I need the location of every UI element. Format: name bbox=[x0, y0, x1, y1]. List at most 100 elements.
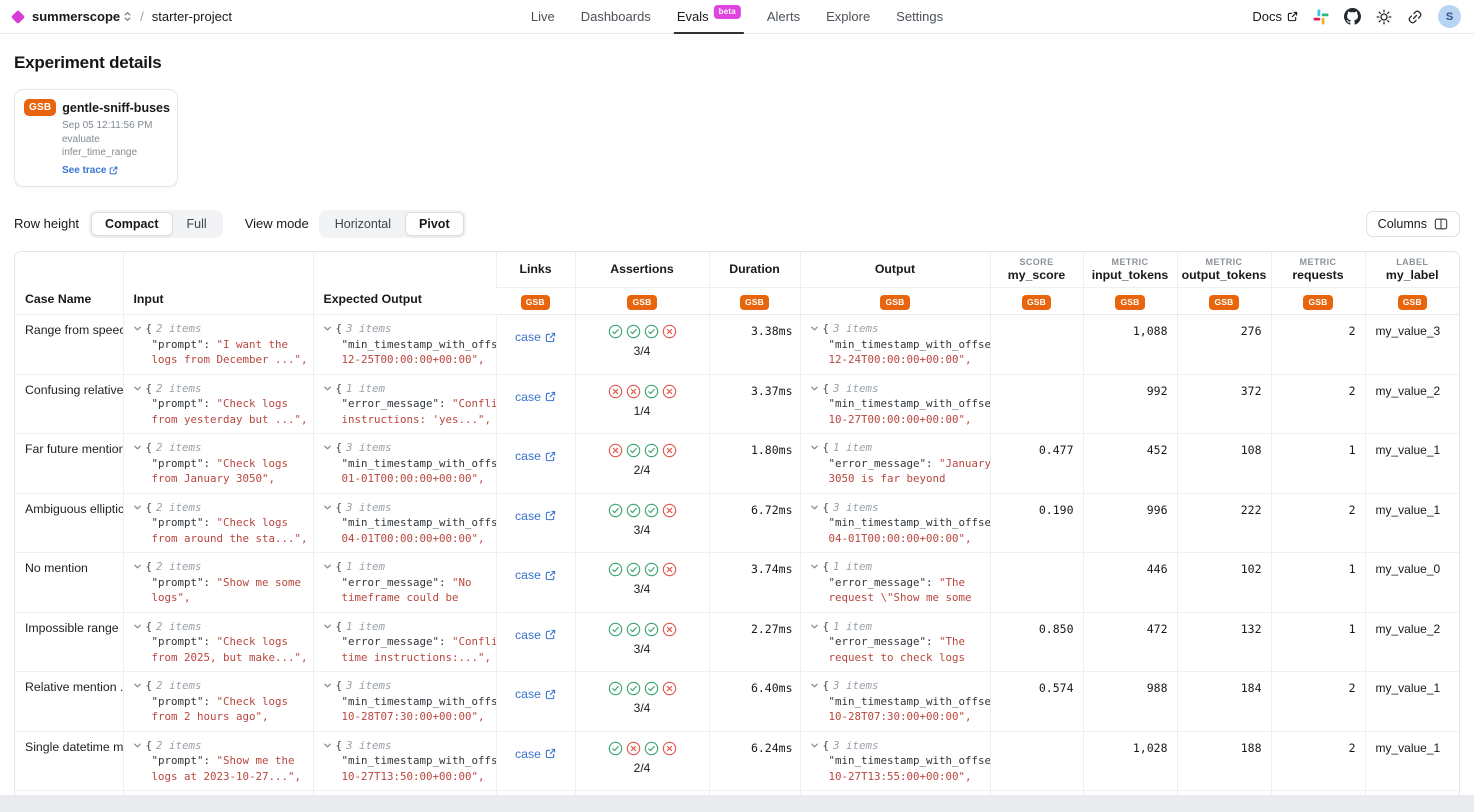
case-link[interactable]: case bbox=[515, 747, 556, 761]
experiment-badge-cell: GSB bbox=[575, 288, 709, 315]
case-link[interactable]: case bbox=[515, 390, 556, 404]
expand-toggle[interactable] bbox=[810, 681, 819, 690]
cell-links: case bbox=[496, 612, 575, 672]
slack-icon[interactable] bbox=[1313, 9, 1329, 25]
case-link[interactable]: case bbox=[515, 449, 556, 463]
cell-output-tokens: 108 bbox=[1177, 434, 1271, 494]
json-code-line: "prompt": "Show me some bbox=[133, 575, 313, 591]
theme-toggle-icon[interactable] bbox=[1376, 9, 1392, 25]
cell-input-tokens: 996 bbox=[1083, 493, 1177, 553]
chevron-down-icon bbox=[323, 622, 332, 631]
expand-toggle[interactable] bbox=[133, 681, 142, 690]
external-link-icon bbox=[545, 332, 556, 343]
expand-toggle[interactable] bbox=[323, 324, 332, 333]
nav-tab-alerts[interactable]: Alerts bbox=[754, 0, 813, 34]
assertion-fail-icon bbox=[662, 741, 677, 756]
column-label: Assertions bbox=[580, 262, 705, 276]
nav-tab-settings[interactable]: Settings bbox=[883, 0, 956, 34]
json-code-line: "min_timestamp_with_offset" bbox=[323, 753, 496, 769]
nav-tab-label: Settings bbox=[896, 9, 943, 24]
json-brace: { bbox=[823, 559, 830, 575]
brand-logo-icon[interactable] bbox=[11, 9, 25, 23]
json-code-line: 04-01T00:00:00+00:00", bbox=[810, 531, 990, 547]
expand-toggle[interactable] bbox=[133, 503, 142, 512]
nav-tab-label: Alerts bbox=[767, 9, 800, 24]
cell-label: my_value_2 bbox=[1365, 612, 1459, 672]
cell-output: {3 items"min_timestamp_with_offset"10-27… bbox=[800, 374, 990, 434]
column-header-case_name: Case Name bbox=[15, 252, 123, 315]
columns-button[interactable]: Columns bbox=[1366, 211, 1460, 237]
github-icon[interactable] bbox=[1344, 8, 1361, 25]
expand-toggle[interactable] bbox=[810, 324, 819, 333]
expand-toggle[interactable] bbox=[323, 443, 332, 452]
row-height-option-full[interactable]: Full bbox=[173, 212, 221, 236]
expand-toggle[interactable] bbox=[323, 741, 332, 750]
cell-requests: 2 bbox=[1271, 493, 1365, 553]
cell-requests: 2 bbox=[1271, 315, 1365, 375]
case-link[interactable]: case bbox=[515, 509, 556, 523]
json-code-line: "prompt": "Check logs bbox=[133, 456, 313, 472]
expand-toggle[interactable] bbox=[133, 443, 142, 452]
expand-toggle[interactable] bbox=[133, 622, 142, 631]
assertions-summary: 3/4 bbox=[576, 582, 709, 596]
json-brace: { bbox=[146, 738, 153, 754]
nav-tab-dashboards[interactable]: Dashboards bbox=[568, 0, 664, 34]
cell-links: case bbox=[496, 672, 575, 732]
see-trace-link[interactable]: See trace bbox=[62, 165, 118, 176]
expand-toggle[interactable] bbox=[323, 562, 332, 571]
chevron-down-icon bbox=[133, 681, 142, 690]
view-mode-option-horizontal[interactable]: Horizontal bbox=[321, 212, 405, 236]
assertion-fail-icon bbox=[662, 443, 677, 458]
json-item-count: 1 item bbox=[833, 440, 872, 456]
column-label: my_label bbox=[1370, 268, 1456, 282]
expand-toggle[interactable] bbox=[810, 741, 819, 750]
cell-output: {3 items"min_timestamp_with_offset"04-01… bbox=[800, 493, 990, 553]
expand-toggle[interactable] bbox=[323, 384, 332, 393]
expand-toggle[interactable] bbox=[810, 443, 819, 452]
expand-toggle[interactable] bbox=[810, 622, 819, 631]
json-code-line: request \"Show me some bbox=[810, 590, 990, 606]
expand-toggle[interactable] bbox=[133, 562, 142, 571]
cell-requests: 2 bbox=[1271, 791, 1365, 796]
column-label: Output bbox=[805, 262, 986, 276]
breadcrumb-separator: / bbox=[140, 9, 144, 24]
json-code-line: "min_timestamp_with_offset" bbox=[323, 694, 496, 710]
cell-score bbox=[990, 374, 1083, 434]
cell-output-tokens: 184 bbox=[1177, 672, 1271, 732]
cell-requests: 2 bbox=[1271, 374, 1365, 434]
case-link[interactable]: case bbox=[515, 687, 556, 701]
cell-assertions: 3/5 bbox=[575, 791, 709, 796]
breadcrumb-project[interactable]: starter-project bbox=[152, 9, 232, 24]
org-switcher[interactable]: summerscope bbox=[32, 9, 132, 24]
json-code-line: "error_message": "The bbox=[810, 634, 990, 650]
share-link-icon[interactable] bbox=[1407, 9, 1423, 25]
case-link[interactable]: case bbox=[515, 568, 556, 582]
expand-toggle[interactable] bbox=[323, 622, 332, 631]
assertion-pass-icon bbox=[608, 622, 623, 637]
expand-toggle[interactable] bbox=[810, 562, 819, 571]
nav-tab-live[interactable]: Live bbox=[518, 0, 568, 34]
expand-toggle[interactable] bbox=[810, 384, 819, 393]
expand-toggle[interactable] bbox=[133, 384, 142, 393]
nav-tab-explore[interactable]: Explore bbox=[813, 0, 883, 34]
row-height-option-compact[interactable]: Compact bbox=[91, 212, 172, 236]
column-header-assertions: Assertions bbox=[575, 252, 709, 288]
json-item-count: 2 items bbox=[156, 678, 202, 694]
chevron-down-icon bbox=[133, 443, 142, 452]
expand-toggle[interactable] bbox=[323, 503, 332, 512]
expand-toggle[interactable] bbox=[133, 324, 142, 333]
expand-toggle[interactable] bbox=[323, 681, 332, 690]
column-header-requests: METRICrequests bbox=[1271, 252, 1365, 288]
experiment-badge: GSB bbox=[24, 99, 56, 116]
cell-label: my_value_2 bbox=[1365, 374, 1459, 434]
cell-label: my_value_1 bbox=[1365, 731, 1459, 791]
expand-toggle[interactable] bbox=[810, 503, 819, 512]
chevron-down-icon bbox=[323, 503, 332, 512]
docs-link[interactable]: Docs bbox=[1252, 9, 1298, 24]
case-link[interactable]: case bbox=[515, 628, 556, 642]
avatar[interactable]: S bbox=[1438, 5, 1461, 28]
expand-toggle[interactable] bbox=[133, 741, 142, 750]
view-mode-option-pivot[interactable]: Pivot bbox=[405, 212, 464, 236]
nav-tab-evals[interactable]: Evalsbeta bbox=[664, 0, 754, 34]
case-link[interactable]: case bbox=[515, 330, 556, 344]
